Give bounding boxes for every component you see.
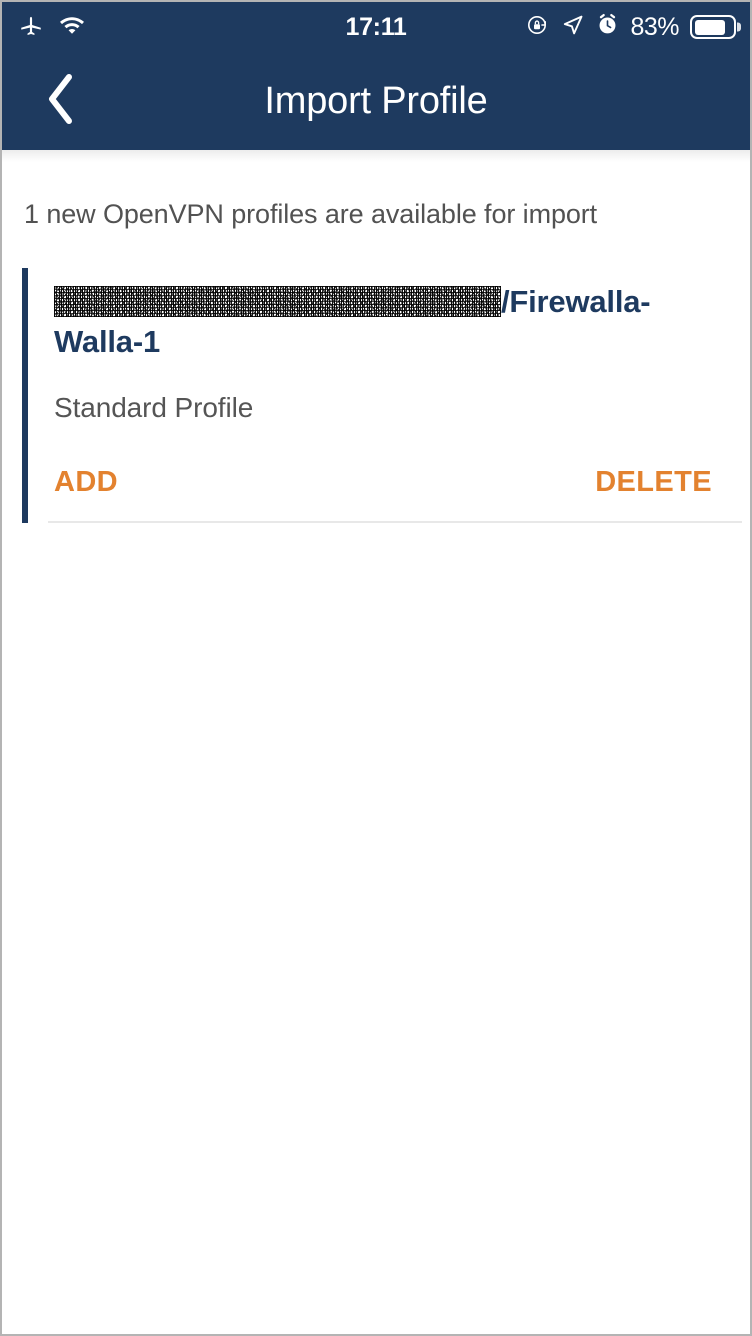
page-title: Import Profile	[264, 79, 488, 122]
airplane-mode-icon	[18, 12, 44, 43]
wifi-icon	[58, 14, 86, 41]
rotation-lock-icon	[526, 13, 550, 42]
status-bar: 17:11 83%	[2, 2, 750, 52]
profile-type-label: Standard Profile	[54, 391, 254, 423]
redacted-path-block	[54, 286, 501, 318]
status-bar-left-icons	[18, 12, 86, 43]
alarm-clock-icon	[596, 13, 619, 41]
back-button[interactable]	[24, 65, 96, 137]
card-divider	[48, 520, 742, 523]
status-bar-right-icons: 83%	[526, 13, 736, 42]
content-top-shadow	[2, 150, 750, 162]
content-area: 1 new OpenVPN profiles are available for…	[2, 150, 750, 1334]
profile-name: /Firewalla-Walla-1	[54, 282, 728, 361]
import-availability-message: 1 new OpenVPN profiles are available for…	[24, 199, 598, 229]
profile-card[interactable]: /Firewalla-Walla-1 Standard Profile ADD …	[22, 268, 750, 523]
location-arrow-icon	[561, 13, 585, 42]
navigation-bar: Import Profile	[2, 52, 750, 150]
profile-list: /Firewalla-Walla-1 Standard Profile ADD …	[2, 268, 750, 523]
app-screen: 17:11 83% Import Profile 1 new OpenVPN p…	[0, 0, 752, 1336]
delete-button[interactable]: DELETE	[595, 466, 712, 499]
battery-percent-label: 83%	[630, 12, 679, 41]
add-button[interactable]: ADD	[54, 466, 118, 499]
profile-card-actions: ADD DELETE	[54, 466, 728, 523]
battery-icon	[690, 15, 736, 39]
chevron-left-icon	[43, 72, 77, 131]
